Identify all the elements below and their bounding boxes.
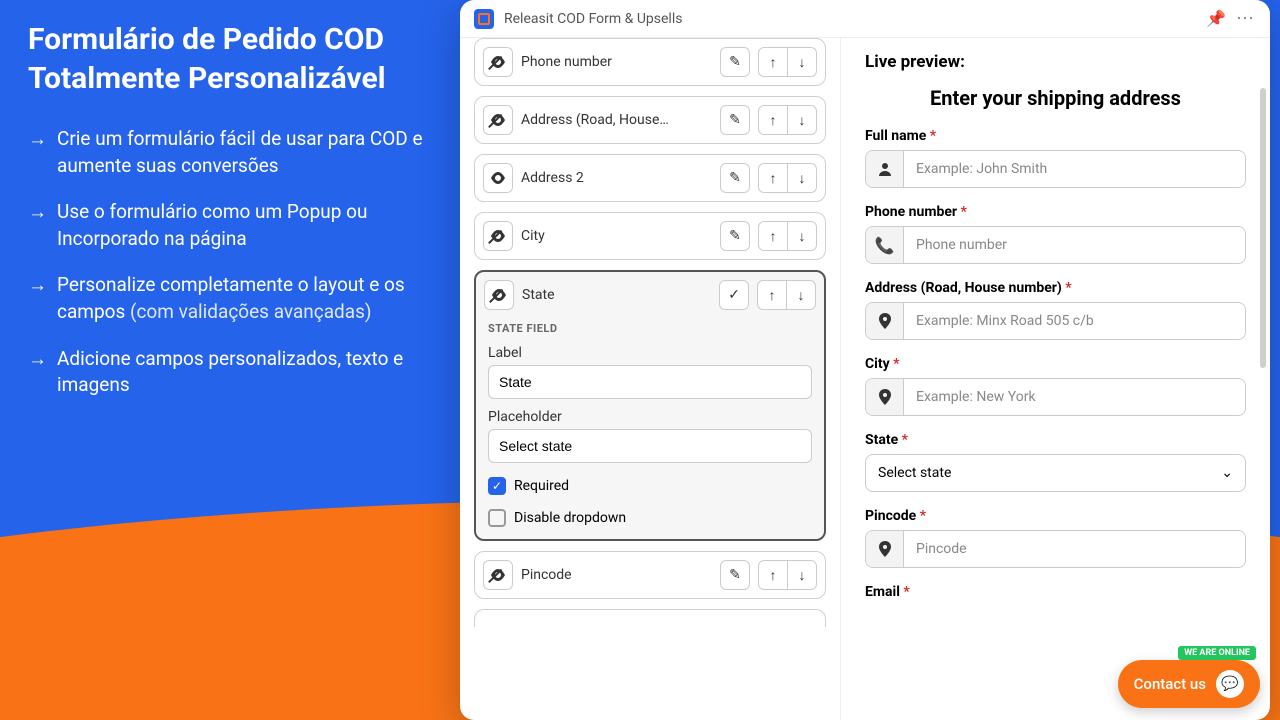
edit-icon[interactable]: ✎: [720, 105, 750, 135]
arrow-icon: →: [28, 346, 47, 373]
field-row-address[interactable]: Address (Road, House… ✎ ↑ ↓: [474, 96, 826, 144]
more-icon[interactable]: ⋯: [1236, 8, 1256, 29]
fullname-label: Full name *: [865, 128, 1246, 144]
disable-dropdown-checkbox-row[interactable]: Disable dropdown: [488, 509, 812, 527]
label-caption: Label: [488, 345, 812, 361]
address-input[interactable]: Example: Minx Road 505 c/b: [865, 302, 1246, 340]
state-label: State *: [865, 432, 1246, 448]
online-badge: WE ARE ONLINE: [1178, 646, 1256, 660]
headline: Formulário de Pedido COD Totalmente Pers…: [28, 20, 428, 98]
phone-icon: 📞: [866, 227, 904, 263]
app-window: Releasit COD Form & Upsells 📌 ⋯ Phone nu…: [460, 0, 1270, 720]
edit-icon[interactable]: ✎: [720, 560, 750, 590]
pin-icon[interactable]: 📌: [1206, 9, 1226, 28]
city-input[interactable]: Example: New York: [865, 378, 1246, 416]
field-row-city[interactable]: City ✎ ↑ ↓: [474, 212, 826, 260]
eye-off-icon[interactable]: [483, 560, 513, 590]
contact-us-button[interactable]: WE ARE ONLINE Contact us 💬: [1118, 660, 1260, 708]
marketing-sidebar: Formulário de Pedido COD Totalmente Pers…: [28, 20, 428, 419]
titlebar: Releasit COD Form & Upsells 📌 ⋯: [460, 0, 1270, 38]
city-label: City *: [865, 356, 1246, 372]
location-icon: [866, 303, 904, 339]
move-down-icon[interactable]: ↓: [787, 163, 817, 193]
chevron-down-icon: ⌄: [1221, 465, 1233, 481]
feature-item: →Personalize completamente o layout e os…: [28, 272, 428, 325]
form-title: Enter your shipping address: [865, 86, 1246, 110]
feature-item: →Use o formulário como um Popup ou Incor…: [28, 199, 428, 252]
location-icon: [866, 531, 904, 567]
arrow-icon: →: [28, 126, 47, 153]
live-preview-panel: Live preview: Enter your shipping addres…: [840, 38, 1270, 720]
scrollbar[interactable]: [1260, 88, 1266, 368]
field-row-phone[interactable]: Phone number ✎ ↑ ↓: [474, 38, 826, 86]
arrow-icon: →: [28, 199, 47, 226]
field-detail-panel: STATE FIELD Label Placeholder ✓ Required…: [476, 318, 824, 539]
detail-section-title: STATE FIELD: [488, 322, 812, 335]
edit-icon[interactable]: ✎: [720, 221, 750, 251]
move-up-icon[interactable]: ↑: [758, 163, 788, 193]
edit-icon[interactable]: ✎: [720, 163, 750, 193]
state-select[interactable]: Select state ⌄: [865, 454, 1246, 492]
field-row-state[interactable]: State ✓ ↑ ↓ STATE FIELD Label Placeholde…: [474, 270, 826, 541]
chat-icon: 💬: [1216, 670, 1244, 698]
label-input[interactable]: [488, 365, 812, 399]
phone-label: Phone number *: [865, 204, 1246, 220]
person-icon: [866, 151, 904, 187]
placeholder-caption: Placeholder: [488, 409, 812, 425]
fullname-input[interactable]: Example: John Smith: [865, 150, 1246, 188]
field-editor: Phone number ✎ ↑ ↓ Address (Road, House……: [460, 38, 840, 720]
pincode-input[interactable]: Pincode: [865, 530, 1246, 568]
eye-icon[interactable]: [483, 163, 513, 193]
eye-off-icon[interactable]: [483, 221, 513, 251]
arrow-icon: →: [28, 272, 47, 299]
placeholder-input[interactable]: [488, 429, 812, 463]
field-row-partial: [474, 609, 826, 627]
move-up-icon[interactable]: ↑: [758, 47, 788, 77]
phone-input[interactable]: 📞 Phone number: [865, 226, 1246, 264]
required-checkbox-row[interactable]: ✓ Required: [488, 477, 812, 495]
move-down-icon[interactable]: ↓: [787, 47, 817, 77]
move-down-icon[interactable]: ↓: [787, 105, 817, 135]
app-title: Releasit COD Form & Upsells: [504, 11, 1196, 27]
location-icon: [866, 379, 904, 415]
eye-off-icon[interactable]: [483, 105, 513, 135]
eye-off-icon[interactable]: [483, 47, 513, 77]
pincode-label: Pincode *: [865, 508, 1246, 524]
move-up-icon[interactable]: ↑: [758, 105, 788, 135]
move-down-icon[interactable]: ↓: [786, 280, 816, 310]
email-label: Email *: [865, 584, 1246, 600]
checkbox-checked-icon[interactable]: ✓: [488, 477, 506, 495]
confirm-icon[interactable]: ✓: [719, 280, 749, 310]
edit-icon[interactable]: ✎: [720, 47, 750, 77]
feature-item: →Adicione campos personalizados, texto e…: [28, 346, 428, 399]
field-row-pincode[interactable]: Pincode ✎ ↑ ↓: [474, 551, 826, 599]
eye-off-icon[interactable]: [484, 280, 514, 310]
move-down-icon[interactable]: ↓: [787, 221, 817, 251]
move-up-icon[interactable]: ↑: [758, 560, 788, 590]
move-down-icon[interactable]: ↓: [787, 560, 817, 590]
field-row-address2[interactable]: Address 2 ✎ ↑ ↓: [474, 154, 826, 202]
app-logo-icon: [474, 9, 494, 29]
preview-heading: Live preview:: [865, 52, 1246, 72]
move-up-icon[interactable]: ↑: [758, 221, 788, 251]
feature-item: →Crie um formulário fácil de usar para C…: [28, 126, 428, 179]
address-label: Address (Road, House number) *: [865, 280, 1246, 296]
move-up-icon[interactable]: ↑: [757, 280, 787, 310]
checkbox-unchecked-icon[interactable]: [488, 509, 506, 527]
